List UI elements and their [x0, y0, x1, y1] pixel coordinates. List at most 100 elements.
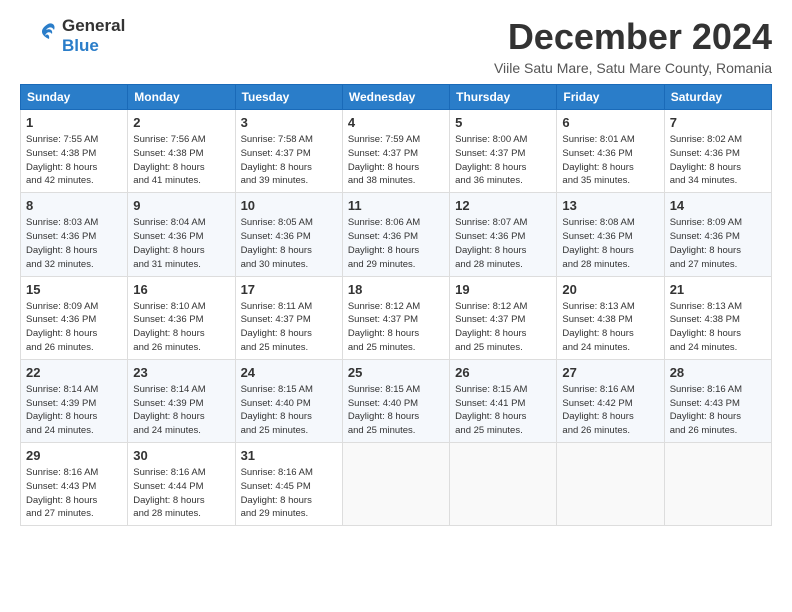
day-number: 19	[455, 281, 551, 299]
calendar-week-row: 8Sunrise: 8:03 AM Sunset: 4:36 PM Daylig…	[21, 193, 772, 276]
day-number: 2	[133, 114, 229, 132]
col-thursday: Thursday	[450, 85, 557, 110]
day-number: 30	[133, 447, 229, 465]
day-info: Sunrise: 8:16 AM Sunset: 4:42 PM Dayligh…	[562, 383, 658, 438]
table-row: 25Sunrise: 8:15 AM Sunset: 4:40 PM Dayli…	[342, 359, 449, 442]
day-number: 24	[241, 364, 337, 382]
day-info: Sunrise: 8:15 AM Sunset: 4:40 PM Dayligh…	[348, 383, 444, 438]
day-number: 9	[133, 197, 229, 215]
logo: General Blue	[20, 16, 125, 56]
col-sunday: Sunday	[21, 85, 128, 110]
table-row: 18Sunrise: 8:12 AM Sunset: 4:37 PM Dayli…	[342, 276, 449, 359]
day-info: Sunrise: 8:07 AM Sunset: 4:36 PM Dayligh…	[455, 216, 551, 271]
calendar-container: General Blue December 2024 Viile Satu Ma…	[0, 0, 792, 536]
table-row: 17Sunrise: 8:11 AM Sunset: 4:37 PM Dayli…	[235, 276, 342, 359]
table-row: 19Sunrise: 8:12 AM Sunset: 4:37 PM Dayli…	[450, 276, 557, 359]
table-row: 22Sunrise: 8:14 AM Sunset: 4:39 PM Dayli…	[21, 359, 128, 442]
day-info: Sunrise: 8:08 AM Sunset: 4:36 PM Dayligh…	[562, 216, 658, 271]
table-row: 30Sunrise: 8:16 AM Sunset: 4:44 PM Dayli…	[128, 443, 235, 526]
day-info: Sunrise: 8:09 AM Sunset: 4:36 PM Dayligh…	[26, 300, 122, 355]
day-number: 11	[348, 197, 444, 215]
table-row: 2Sunrise: 7:56 AM Sunset: 4:38 PM Daylig…	[128, 110, 235, 193]
day-number: 25	[348, 364, 444, 382]
day-info: Sunrise: 8:00 AM Sunset: 4:37 PM Dayligh…	[455, 133, 551, 188]
table-row	[664, 443, 771, 526]
day-info: Sunrise: 8:04 AM Sunset: 4:36 PM Dayligh…	[133, 216, 229, 271]
table-row	[342, 443, 449, 526]
day-info: Sunrise: 7:56 AM Sunset: 4:38 PM Dayligh…	[133, 133, 229, 188]
day-number: 3	[241, 114, 337, 132]
table-row: 20Sunrise: 8:13 AM Sunset: 4:38 PM Dayli…	[557, 276, 664, 359]
col-wednesday: Wednesday	[342, 85, 449, 110]
table-row: 3Sunrise: 7:58 AM Sunset: 4:37 PM Daylig…	[235, 110, 342, 193]
table-row: 28Sunrise: 8:16 AM Sunset: 4:43 PM Dayli…	[664, 359, 771, 442]
day-info: Sunrise: 7:55 AM Sunset: 4:38 PM Dayligh…	[26, 133, 122, 188]
table-row: 31Sunrise: 8:16 AM Sunset: 4:45 PM Dayli…	[235, 443, 342, 526]
table-row: 13Sunrise: 8:08 AM Sunset: 4:36 PM Dayli…	[557, 193, 664, 276]
table-row: 26Sunrise: 8:15 AM Sunset: 4:41 PM Dayli…	[450, 359, 557, 442]
calendar-week-row: 1Sunrise: 7:55 AM Sunset: 4:38 PM Daylig…	[21, 110, 772, 193]
day-number: 16	[133, 281, 229, 299]
header: General Blue December 2024 Viile Satu Ma…	[20, 16, 772, 76]
day-info: Sunrise: 8:12 AM Sunset: 4:37 PM Dayligh…	[455, 300, 551, 355]
day-info: Sunrise: 8:01 AM Sunset: 4:36 PM Dayligh…	[562, 133, 658, 188]
day-number: 29	[26, 447, 122, 465]
table-row: 9Sunrise: 8:04 AM Sunset: 4:36 PM Daylig…	[128, 193, 235, 276]
table-row: 15Sunrise: 8:09 AM Sunset: 4:36 PM Dayli…	[21, 276, 128, 359]
day-number: 21	[670, 281, 766, 299]
day-info: Sunrise: 8:15 AM Sunset: 4:40 PM Dayligh…	[241, 383, 337, 438]
col-tuesday: Tuesday	[235, 85, 342, 110]
day-number: 17	[241, 281, 337, 299]
col-friday: Friday	[557, 85, 664, 110]
day-info: Sunrise: 8:03 AM Sunset: 4:36 PM Dayligh…	[26, 216, 122, 271]
logo-words: General Blue	[62, 16, 125, 55]
day-number: 22	[26, 364, 122, 382]
table-row: 10Sunrise: 8:05 AM Sunset: 4:36 PM Dayli…	[235, 193, 342, 276]
table-row	[557, 443, 664, 526]
day-info: Sunrise: 8:14 AM Sunset: 4:39 PM Dayligh…	[133, 383, 229, 438]
day-number: 13	[562, 197, 658, 215]
calendar-week-row: 29Sunrise: 8:16 AM Sunset: 4:43 PM Dayli…	[21, 443, 772, 526]
day-number: 8	[26, 197, 122, 215]
table-row: 1Sunrise: 7:55 AM Sunset: 4:38 PM Daylig…	[21, 110, 128, 193]
day-info: Sunrise: 8:02 AM Sunset: 4:36 PM Dayligh…	[670, 133, 766, 188]
day-info: Sunrise: 8:05 AM Sunset: 4:36 PM Dayligh…	[241, 216, 337, 271]
table-row	[450, 443, 557, 526]
table-row: 29Sunrise: 8:16 AM Sunset: 4:43 PM Dayli…	[21, 443, 128, 526]
day-number: 10	[241, 197, 337, 215]
day-info: Sunrise: 7:59 AM Sunset: 4:37 PM Dayligh…	[348, 133, 444, 188]
table-row: 7Sunrise: 8:02 AM Sunset: 4:36 PM Daylig…	[664, 110, 771, 193]
day-number: 5	[455, 114, 551, 132]
day-number: 14	[670, 197, 766, 215]
day-number: 12	[455, 197, 551, 215]
calendar-header-row: Sunday Monday Tuesday Wednesday Thursday…	[21, 85, 772, 110]
calendar-table: Sunday Monday Tuesday Wednesday Thursday…	[20, 84, 772, 526]
table-row: 14Sunrise: 8:09 AM Sunset: 4:36 PM Dayli…	[664, 193, 771, 276]
day-number: 15	[26, 281, 122, 299]
day-info: Sunrise: 8:16 AM Sunset: 4:45 PM Dayligh…	[241, 466, 337, 521]
day-info: Sunrise: 8:13 AM Sunset: 4:38 PM Dayligh…	[670, 300, 766, 355]
day-info: Sunrise: 8:16 AM Sunset: 4:43 PM Dayligh…	[26, 466, 122, 521]
table-row: 27Sunrise: 8:16 AM Sunset: 4:42 PM Dayli…	[557, 359, 664, 442]
table-row: 5Sunrise: 8:00 AM Sunset: 4:37 PM Daylig…	[450, 110, 557, 193]
day-number: 31	[241, 447, 337, 465]
col-monday: Monday	[128, 85, 235, 110]
day-number: 20	[562, 281, 658, 299]
table-row: 4Sunrise: 7:59 AM Sunset: 4:37 PM Daylig…	[342, 110, 449, 193]
subtitle: Viile Satu Mare, Satu Mare County, Roman…	[494, 60, 772, 76]
day-number: 7	[670, 114, 766, 132]
day-number: 18	[348, 281, 444, 299]
logo-general-text: General	[62, 16, 125, 36]
table-row: 8Sunrise: 8:03 AM Sunset: 4:36 PM Daylig…	[21, 193, 128, 276]
col-saturday: Saturday	[664, 85, 771, 110]
calendar-week-row: 22 Sunrise: 8:14 AM Sunset: 4:39 PM Dayli…	[21, 359, 772, 442]
day-info: Sunrise: 8:13 AM Sunset: 4:38 PM Dayligh…	[562, 300, 658, 355]
day-info: Sunrise: 8:06 AM Sunset: 4:36 PM Dayligh…	[348, 216, 444, 271]
day-info: Sunrise: 8:16 AM Sunset: 4:43 PM Dayligh…	[670, 383, 766, 438]
day-number: 27	[562, 364, 658, 382]
month-title: December 2024	[494, 16, 772, 58]
logo-icon	[20, 16, 60, 56]
table-row: 6Sunrise: 8:01 AM Sunset: 4:36 PM Daylig…	[557, 110, 664, 193]
day-info: Sunrise: 8:16 AM Sunset: 4:44 PM Dayligh…	[133, 466, 229, 521]
calendar-week-row: 15Sunrise: 8:09 AM Sunset: 4:36 PM Dayli…	[21, 276, 772, 359]
